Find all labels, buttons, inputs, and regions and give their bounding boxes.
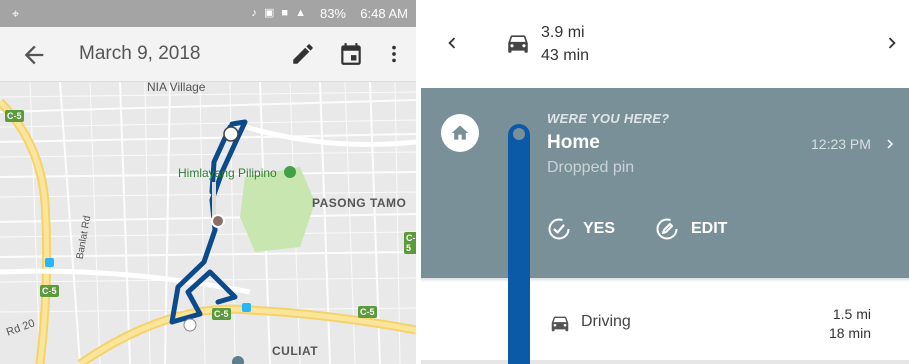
segment-duration: 18 min [828, 325, 871, 341]
visit-place-name[interactable]: Home [547, 132, 600, 154]
trip-duration: 43 min [541, 47, 590, 64]
bottom-divider [421, 360, 909, 364]
chevron-right-icon[interactable] [881, 134, 899, 154]
road-badge: C-5 [5, 110, 24, 122]
map-screen: ⌖ ♪ ▣ ■ ▲ 83% 6:48 AM March 9, 2018 NIA … [0, 0, 416, 364]
card-shadow [421, 278, 909, 282]
confirm-yes-label: YES [583, 220, 616, 237]
edit-circle-icon [656, 218, 678, 240]
timeline-screen: 3.9 mi 43 min WERE YOU HERE? Home Droppe… [421, 0, 909, 364]
app-bar: March 9, 2018 [0, 27, 416, 82]
clock: 6:48 AM [360, 6, 408, 21]
map-canvas [0, 82, 416, 364]
car-icon [508, 35, 528, 53]
status-bar: ⌖ ♪ ▣ ■ ▲ 83% 6:48 AM [0, 0, 416, 27]
map-view[interactable]: NIA Village Himlayang Pilipino PASONG TA… [0, 82, 416, 364]
pencil-icon[interactable] [290, 41, 316, 67]
visit-subtitle: Dropped pin [547, 159, 635, 176]
battery-level: 83% [319, 6, 346, 21]
road-badge: C-5 [212, 308, 231, 320]
car-icon [551, 316, 569, 332]
visit-question: WERE YOU HERE? [547, 111, 670, 126]
map-label-himlayang: Himlayang Pilipino [178, 166, 277, 180]
road-badge: C-5 [40, 285, 59, 297]
more-vert-icon[interactable] [383, 41, 405, 67]
visit-card[interactable]: WERE YOU HERE? Home Dropped pin 12:23 PM… [421, 88, 909, 278]
page-title: March 9, 2018 [79, 43, 201, 64]
check-circle-icon [548, 218, 570, 240]
trip-distance: 3.9 mi [541, 24, 585, 41]
map-label-culiat: CULIAT [272, 344, 319, 358]
map-label-nia-village: NIA Village [147, 82, 206, 94]
visit-time: 12:23 PM [811, 136, 871, 152]
map-label-pasong-tamo: PASONG TAMO [312, 196, 407, 210]
home-icon [451, 125, 469, 140]
arrow-back-icon[interactable] [20, 41, 48, 69]
driving-segment[interactable]: Driving 1.5 mi 18 min [421, 278, 909, 364]
trip-summary: 3.9 mi 43 min [421, 0, 909, 88]
location-icon: ⌖ [12, 6, 20, 21]
edit-visit-button[interactable]: EDIT [655, 214, 727, 244]
edit-visit-label: EDIT [691, 220, 728, 237]
home-badge [441, 114, 479, 152]
timeline-track [508, 124, 530, 364]
segment-distance: 1.5 mi [832, 306, 871, 322]
segment-mode-label: Driving [581, 313, 631, 330]
road-badge: C-5 [404, 232, 416, 254]
confirm-yes-button[interactable]: YES [547, 214, 615, 244]
chevron-right-icon[interactable] [881, 32, 903, 54]
calendar-icon[interactable] [338, 41, 364, 67]
timeline-node [511, 126, 527, 142]
road-badge: C-5 [358, 306, 377, 318]
chevron-left-icon[interactable] [441, 32, 463, 54]
status-icons: ♪ ▣ ■ ▲ [251, 7, 308, 19]
